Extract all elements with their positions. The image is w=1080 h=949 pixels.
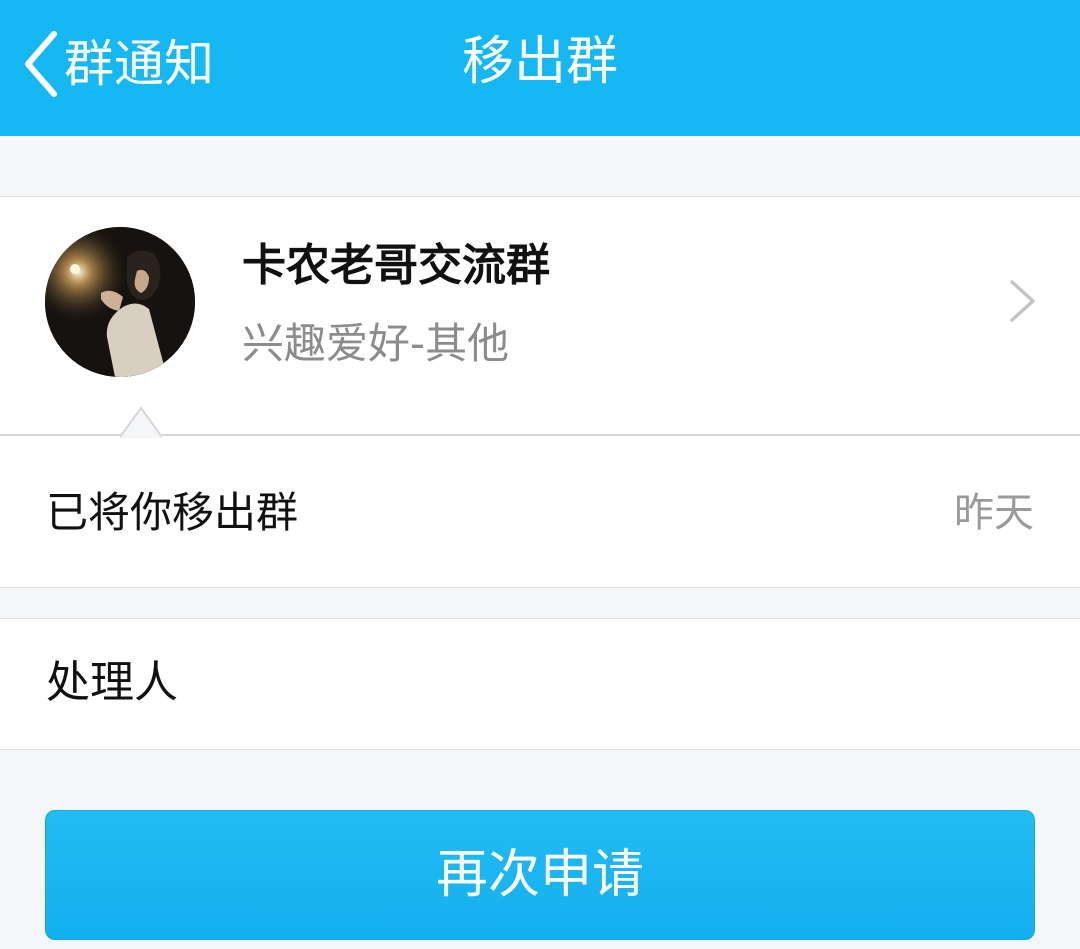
notice-time: 昨天 — [954, 490, 1034, 536]
chevron-right-icon — [1008, 279, 1038, 327]
page-title: 移出群 — [461, 32, 618, 92]
header-bar: 群通知 移出群 — [0, 0, 1080, 136]
group-info-card[interactable]: 卡农老哥交流群 兴趣爱好-其他 — [0, 196, 1080, 435]
notice-message: 已将你移出群 — [46, 488, 299, 537]
group-name: 卡农老哥交流群 — [242, 240, 550, 291]
handler-label: 处理人 — [46, 657, 178, 708]
notice-row: 已将你移出群 昨天 — [0, 406, 1080, 588]
group-category: 兴趣爱好-其他 — [242, 319, 510, 368]
group-avatar — [45, 227, 195, 377]
pointer-arrow — [120, 406, 162, 438]
reapply-button[interactable]: 再次申请 — [45, 810, 1035, 940]
handler-row: 处理人 — [0, 618, 1080, 750]
